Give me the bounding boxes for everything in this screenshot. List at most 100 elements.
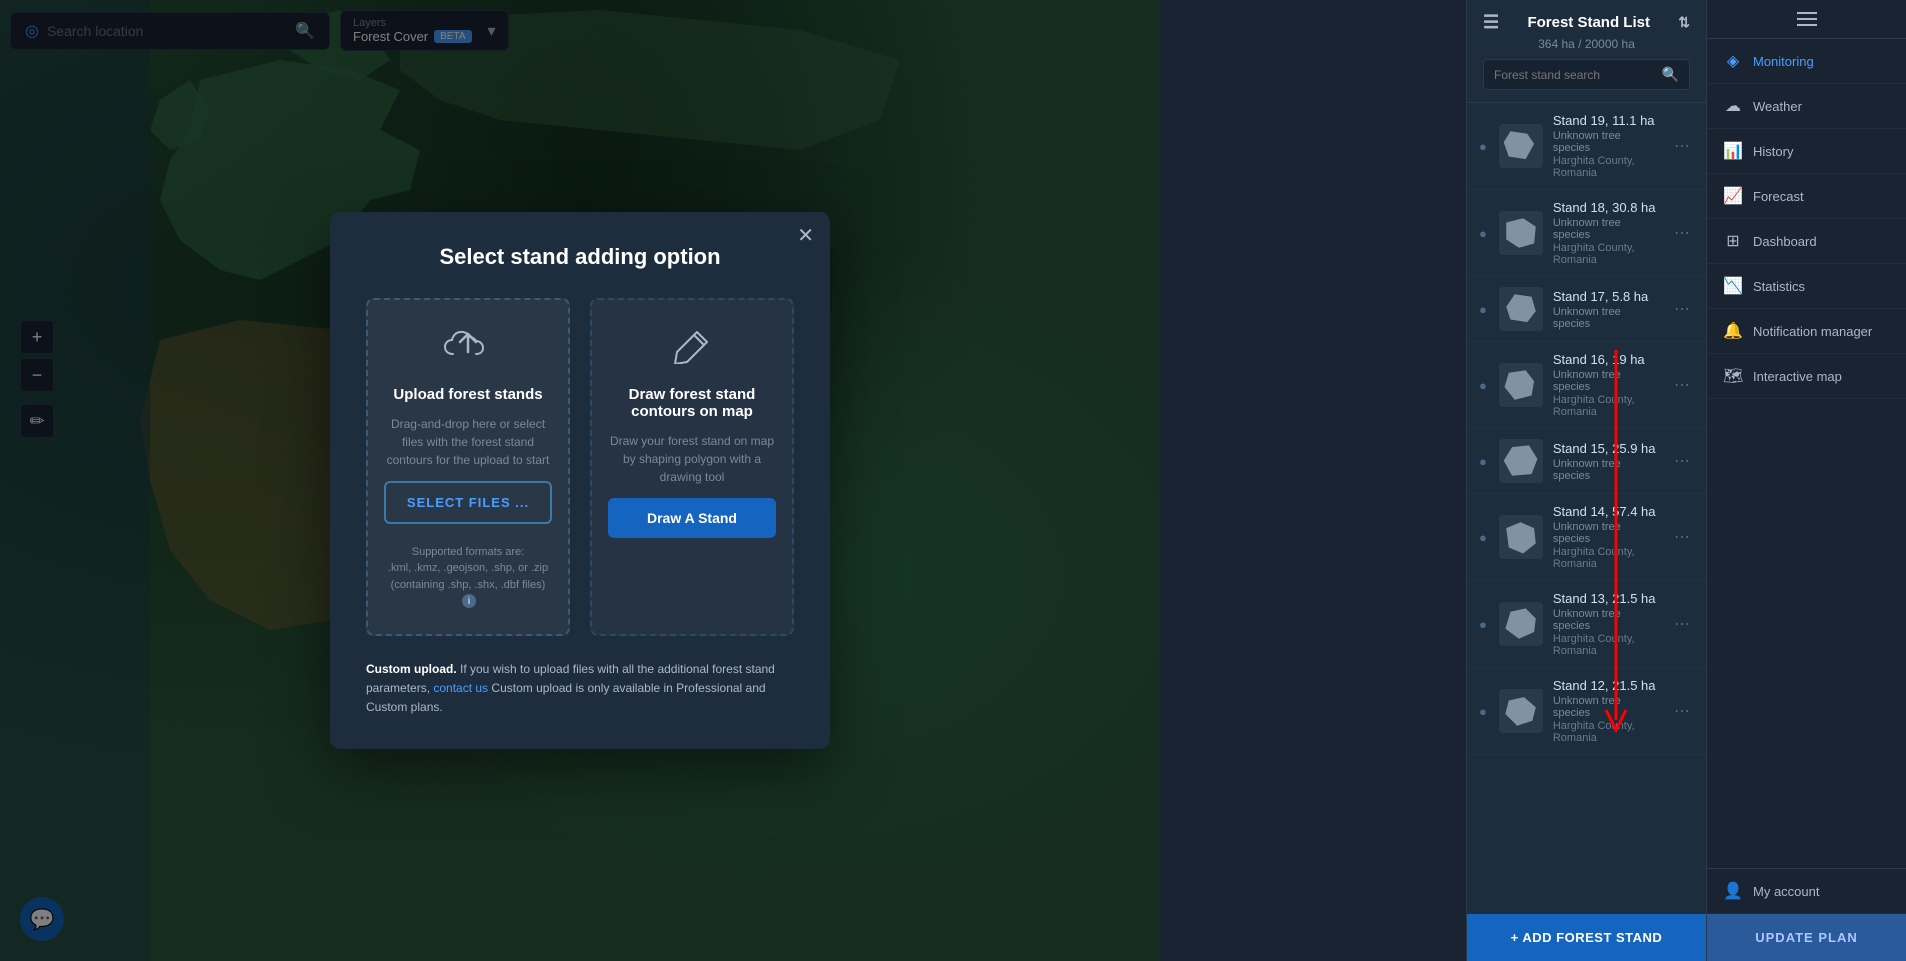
stand-info: Stand 14, 57.4 ha Unknown tree species H… (1553, 504, 1660, 570)
draw-option-title: Draw forest stand contours on map (608, 386, 776, 420)
stand-name: Stand 16, 19 ha (1553, 352, 1660, 367)
stand-info: Stand 16, 19 ha Unknown tree species Har… (1553, 352, 1660, 418)
update-plan-button[interactable]: UPDATE PLAN (1707, 914, 1906, 961)
my-account-item[interactable]: 👤 My account (1707, 869, 1906, 914)
stand-list-item[interactable]: ● Stand 18, 30.8 ha Unknown tree species… (1467, 190, 1706, 277)
nav-icon-7: 🗺 (1723, 366, 1743, 386)
stand-species: Unknown tree species (1553, 306, 1660, 330)
contact-us-link[interactable]: contact us (433, 681, 488, 695)
nav-label-3: Forecast (1753, 189, 1804, 204)
stand-info: Stand 15, 25.9 ha Unknown tree species (1553, 441, 1660, 482)
nav-icon-3: 📈 (1723, 186, 1743, 206)
stand-eye-icon[interactable]: ● (1479, 226, 1487, 241)
stand-thumbnail (1499, 124, 1543, 168)
sidebar-nav-item-dashboard[interactable]: ⊞ Dashboard (1707, 219, 1906, 264)
stand-list-item[interactable]: ● Stand 14, 57.4 ha Unknown tree species… (1467, 494, 1706, 581)
add-forest-stand-button[interactable]: + ADD FOREST STAND (1467, 914, 1706, 961)
nav-label-6: Notification manager (1753, 324, 1872, 339)
stand-eye-icon[interactable]: ● (1479, 378, 1487, 393)
stand-more-button[interactable]: ⋯ (1670, 132, 1694, 160)
stand-search-box[interactable]: 🔍 (1483, 59, 1690, 90)
modal-close-button[interactable]: ✕ (797, 226, 814, 246)
stand-search-icon[interactable]: 🔍 (1662, 66, 1679, 83)
stand-info: Stand 18, 30.8 ha Unknown tree species H… (1553, 200, 1660, 266)
my-account-label: My account (1753, 884, 1819, 899)
stand-species: Unknown tree species (1553, 130, 1660, 154)
stand-list-item[interactable]: ● Stand 16, 19 ha Unknown tree species H… (1467, 342, 1706, 429)
nav-label-1: Weather (1753, 99, 1802, 114)
upload-option[interactable]: Upload forest stands Drag-and-drop here … (366, 298, 570, 636)
stand-thumbnail (1499, 211, 1543, 255)
stand-name: Stand 17, 5.8 ha (1553, 289, 1660, 304)
stand-list-item[interactable]: ● Stand 19, 11.1 ha Unknown tree species… (1467, 103, 1706, 190)
stand-list-items: ● Stand 19, 11.1 ha Unknown tree species… (1467, 103, 1706, 914)
stand-species: Unknown tree species (1553, 608, 1660, 632)
sidebar-nav-item-statistics[interactable]: 📉 Statistics (1707, 264, 1906, 309)
stand-more-button[interactable]: ⋯ (1670, 447, 1694, 475)
stand-name: Stand 13, 21.5 ha (1553, 591, 1660, 606)
stand-location: Harghita County, Romania (1553, 394, 1660, 418)
stand-eye-icon[interactable]: ● (1479, 139, 1487, 154)
stand-thumbnail (1499, 287, 1543, 331)
stand-eye-icon[interactable]: ● (1479, 302, 1487, 317)
stand-search-input[interactable] (1494, 68, 1656, 82)
stand-list-item[interactable]: ● Stand 13, 21.5 ha Unknown tree species… (1467, 581, 1706, 668)
sidebar-nav: ◈ Monitoring ☁ Weather 📊 History 📈 Forec… (1707, 39, 1906, 399)
nav-label-4: Dashboard (1753, 234, 1817, 249)
stand-info: Stand 13, 21.5 ha Unknown tree species H… (1553, 591, 1660, 657)
sidebar-nav-item-interactive-map[interactable]: 🗺 Interactive map (1707, 354, 1906, 399)
stand-eye-icon[interactable]: ● (1479, 530, 1487, 545)
draw-icon (667, 324, 717, 374)
sidebar-nav-item-weather[interactable]: ☁ Weather (1707, 84, 1906, 129)
stand-more-button[interactable]: ⋯ (1670, 697, 1694, 725)
stand-location: Harghita County, Romania (1553, 633, 1660, 657)
stand-more-button[interactable]: ⋯ (1670, 371, 1694, 399)
stand-list-item[interactable]: ● Stand 12, 21.5 ha Unknown tree species… (1467, 668, 1706, 755)
formats-text: Supported formats are: .kml, .kmz, .geoj… (384, 544, 552, 610)
sidebar-nav-item-history[interactable]: 📊 History (1707, 129, 1906, 174)
stand-more-button[interactable]: ⋯ (1670, 610, 1694, 638)
stand-more-button[interactable]: ⋯ (1670, 523, 1694, 551)
stand-thumbnail (1499, 515, 1543, 559)
info-icon[interactable]: i (462, 594, 476, 608)
stand-name: Stand 14, 57.4 ha (1553, 504, 1660, 519)
stand-list-item[interactable]: ● Stand 15, 25.9 ha Unknown tree species… (1467, 429, 1706, 494)
draw-option[interactable]: Draw forest stand contours on map Draw y… (590, 298, 794, 636)
stand-species: Unknown tree species (1553, 521, 1660, 545)
sidebar-nav-item-forecast[interactable]: 📈 Forecast (1707, 174, 1906, 219)
stand-thumbnail (1499, 689, 1543, 733)
draw-option-desc: Draw your forest stand on map by shaping… (608, 432, 776, 486)
stand-location: Harghita County, Romania (1553, 546, 1660, 570)
stand-more-button[interactable]: ⋯ (1670, 219, 1694, 247)
stand-species: Unknown tree species (1553, 458, 1660, 482)
draw-stand-button[interactable]: Draw A Stand (608, 498, 776, 538)
stand-thumbnail (1499, 439, 1543, 483)
stand-eye-icon[interactable]: ● (1479, 617, 1487, 632)
stand-thumbnail (1499, 363, 1543, 407)
nav-label-2: History (1753, 144, 1793, 159)
stand-name: Stand 15, 25.9 ha (1553, 441, 1660, 456)
upload-option-title: Upload forest stands (393, 386, 542, 403)
stand-species: Unknown tree species (1553, 217, 1660, 241)
stand-thumbnail (1499, 602, 1543, 646)
stand-name: Stand 18, 30.8 ha (1553, 200, 1660, 215)
upload-option-desc: Drag-and-drop here or select files with … (384, 415, 552, 469)
stand-list-panel: ☰ Forest Stand List ⇅ 364 ha / 20000 ha … (1466, 0, 1706, 961)
nav-label-5: Statistics (1753, 279, 1805, 294)
stand-eye-icon[interactable]: ● (1479, 704, 1487, 719)
custom-upload-text: Custom upload. If you wish to upload fil… (366, 660, 794, 718)
modal-title: Select stand adding option (366, 244, 794, 270)
sidebar-nav-item-notification-manager[interactable]: 🔔 Notification manager (1707, 309, 1906, 354)
stand-list-item[interactable]: ● Stand 17, 5.8 ha Unknown tree species … (1467, 277, 1706, 342)
stand-more-button[interactable]: ⋯ (1670, 295, 1694, 323)
nav-icon-2: 📊 (1723, 141, 1743, 161)
nav-icon-1: ☁ (1723, 96, 1743, 116)
stand-name: Stand 19, 11.1 ha (1553, 113, 1660, 128)
select-files-button[interactable]: SELECT FILES ... (384, 481, 552, 524)
stand-location: Harghita County, Romania (1553, 155, 1660, 179)
nav-icon-6: 🔔 (1723, 321, 1743, 341)
stand-location: Harghita County, Romania (1553, 242, 1660, 266)
account-icon: 👤 (1723, 881, 1743, 901)
stand-location: Harghita County, Romania (1553, 720, 1660, 744)
stand-eye-icon[interactable]: ● (1479, 454, 1487, 469)
